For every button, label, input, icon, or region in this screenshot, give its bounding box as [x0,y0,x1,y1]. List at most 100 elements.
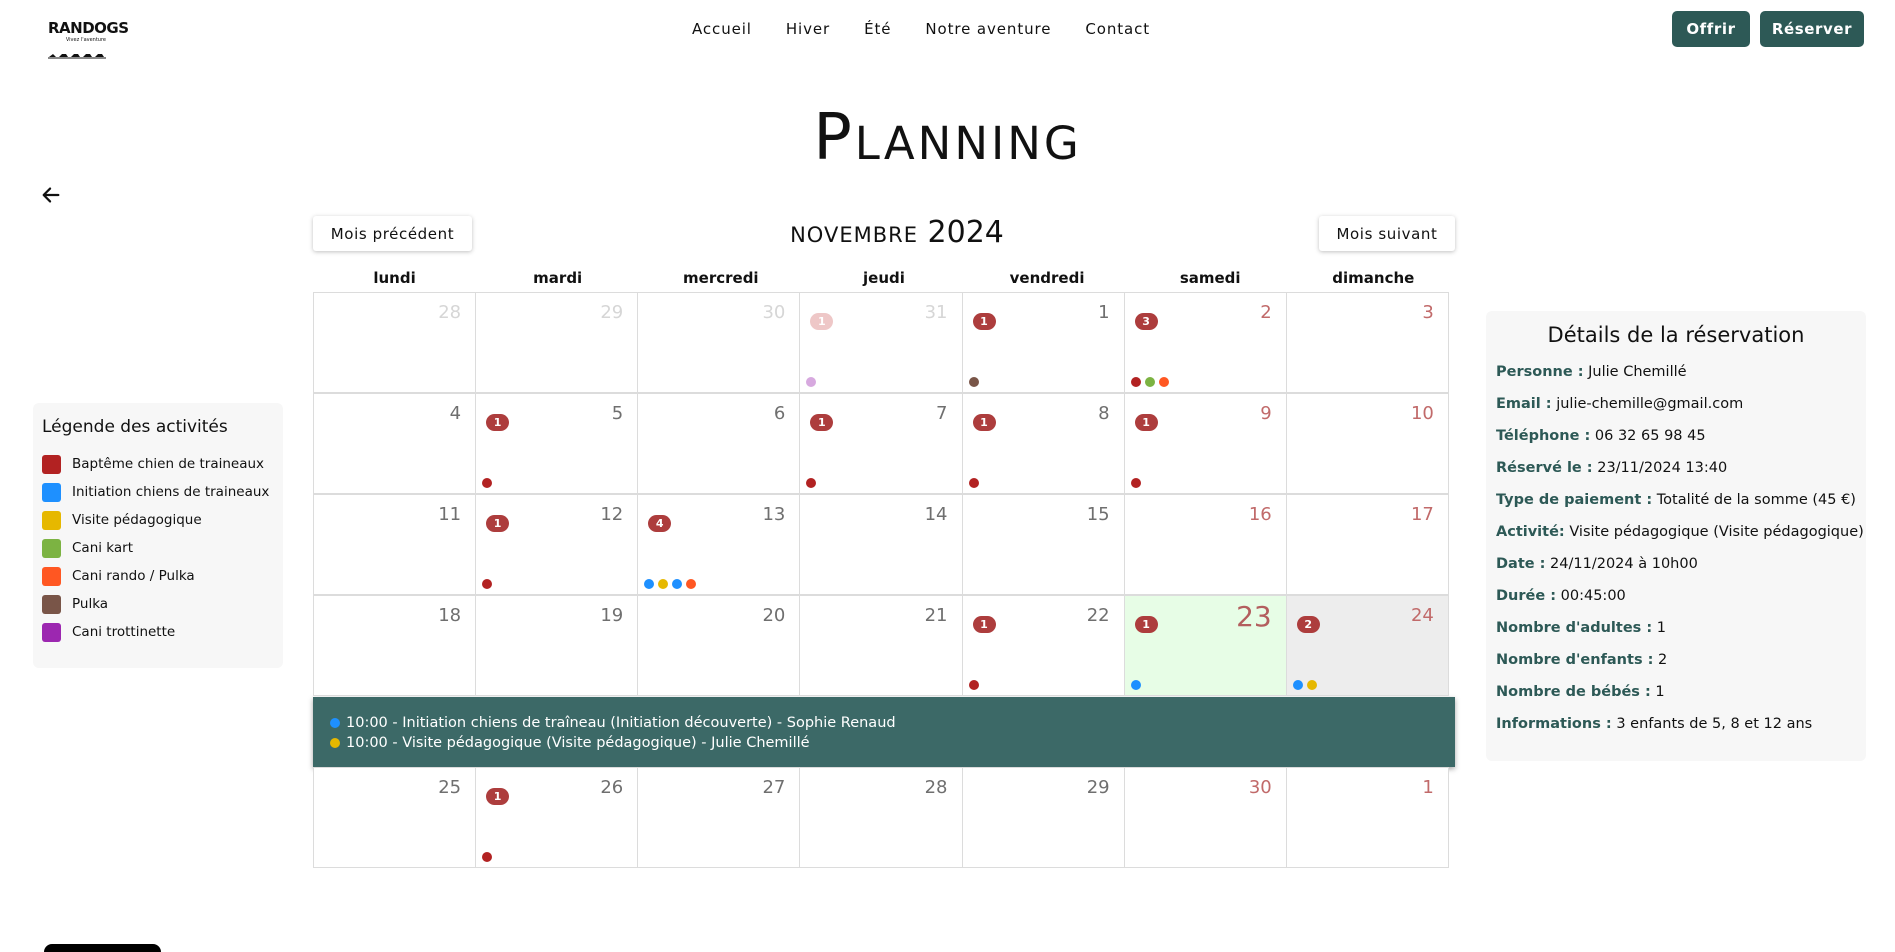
detail-value: Julie Chemillé [1588,364,1687,380]
event-item[interactable]: 10:00 - Visite pédagogique (Visite pédag… [330,733,1438,753]
legend-item: Cani kart [42,534,274,562]
day-cell[interactable]: 4 [313,393,477,494]
activity-dots [968,680,983,690]
day-number: 13 [762,504,786,525]
logo-subtitle: Vivez l'aventure [65,37,106,43]
activity-dots [1130,680,1145,690]
activity-dots [1130,377,1173,387]
day-number: 19 [600,605,624,626]
activity-dot [968,377,979,387]
day-cell[interactable]: 1 [1285,767,1449,868]
activity-dots [1292,680,1321,690]
day-cell[interactable]: 22 1 [961,595,1125,696]
legend-item-label: Cani trottinette [72,624,176,640]
day-cell[interactable]: 28 [799,767,963,868]
offrir-button[interactable]: Offrir [1672,11,1750,47]
day-cell[interactable]: 29 [961,767,1125,868]
day-cell[interactable]: 81 [961,393,1125,494]
day-cell[interactable]: 27 [637,767,801,868]
day-cell[interactable]: 25 [313,767,477,868]
day-cell[interactable]: 28 [313,292,477,393]
bottom-floating-button[interactable] [44,944,161,952]
day-cell[interactable]: 10 [1285,393,1449,494]
next-month-button[interactable]: Mois suivant [1319,216,1455,251]
weekday-header: lundi mardi mercredi jeudi vendredi samedi dim… [313,266,1455,292]
day-cell[interactable]: 26 1 [475,767,639,868]
day-cell[interactable]: 6 [637,393,801,494]
day-number: 23 [1236,600,1272,633]
day-number: 28 [438,302,462,323]
day-cell[interactable]: 11 [961,292,1125,393]
day-number: 21 [924,605,948,626]
activity-dot [1306,680,1317,690]
nav-contact[interactable]: Contact [1085,19,1150,39]
calendar-grid: lundi mardi mercredi jeudi vendredi samedi dim… [313,266,1455,868]
logo-title: RANDOGS [48,19,129,37]
detail-value: 06 32 65 98 45 [1594,428,1706,444]
day-cell[interactable]: 12 1 [475,494,639,595]
day-cell[interactable]: 13 4 [637,494,801,595]
logo[interactable]: RANDOGS Vivez l'aventure [48,19,129,60]
day-number: 31 [924,302,948,323]
day-cell[interactable]: 18 [313,595,477,696]
day-cell[interactable]: 11 [313,494,477,595]
day-cell[interactable]: 91 [1123,393,1287,494]
nav-notre-aventure[interactable]: Notre aventure [925,19,1051,39]
detail-value: 00:45:00 [1560,588,1626,604]
day-cell[interactable]: 31 1 [799,292,963,393]
detail-value: 1 [1656,620,1666,636]
activity-dots [968,377,983,387]
day-cell[interactable]: 17 [1285,494,1449,595]
day-cell[interactable]: 20 [637,595,801,696]
day-number: 7 [936,403,948,424]
day-number: 2 [1260,302,1272,323]
detail-value: 2 [1658,652,1668,668]
month-year: 2024 [927,215,1004,250]
day-cell[interactable]: 14 [799,494,963,595]
day-cell[interactable]: 51 [475,393,639,494]
day-number: 3 [1422,302,1434,323]
main-nav: Accueil Hiver Été Notre aventure Contact [692,19,1184,39]
day-cell[interactable]: 21 [799,595,963,696]
calendar-week: 18 19 20 21 22 1 23 1 24 2 [313,595,1455,696]
legend-item-label: Pulka [72,596,109,612]
back-arrow-icon[interactable] [40,184,62,206]
reserver-button[interactable]: Réserver [1760,11,1864,47]
activity-dot [968,680,979,690]
day-number: 1 [1098,302,1110,323]
reservation-count-badge: 1 [486,788,510,805]
day-cell[interactable]: 23 [1123,292,1287,393]
activity-dot [1158,377,1169,387]
day-number: 26 [600,777,624,798]
reservation-count-badge: 1 [1134,414,1158,431]
day-cell[interactable]: 16 [1123,494,1287,595]
day-number: 16 [1248,504,1272,525]
day-cell[interactable]: 15 [961,494,1125,595]
legend-item: Visite pédagogique [42,506,274,534]
legend-item-label: Cani kart [72,540,133,556]
nav-accueil[interactable]: Accueil [692,19,752,39]
day-cell[interactable]: 24 2 [1285,595,1449,696]
activity-dot [968,478,979,488]
legend-item: Baptême chien de traineaux [42,450,274,478]
nav-hiver[interactable]: Hiver [786,19,830,39]
weekday-mardi: mardi [533,269,583,287]
day-cell[interactable]: 19 [475,595,639,696]
day-cell[interactable]: 23 1 [1123,595,1287,696]
activity-dots [644,579,700,589]
detail-key: Activité: [1496,524,1565,540]
sled-dogs-icon [48,54,106,59]
day-cell[interactable]: 3 [1285,292,1449,393]
event-item[interactable]: 10:00 - Initiation chiens de traîneau (I… [330,713,1438,733]
event-color-dot [330,738,340,748]
nav-ete[interactable]: Été [864,19,891,39]
day-number: 24 [1410,605,1434,626]
activity-dots [482,579,496,589]
day-cell[interactable]: 71 [799,393,963,494]
day-number: 10 [1410,403,1434,424]
day-cell[interactable]: 29 [475,292,639,393]
day-cell[interactable]: 30 [1123,767,1287,868]
previous-month-button[interactable]: Mois précédent [313,216,472,251]
day-cell[interactable]: 30 [637,292,801,393]
event-text: 10:00 - Initiation chiens de traîneau (I… [346,715,896,731]
